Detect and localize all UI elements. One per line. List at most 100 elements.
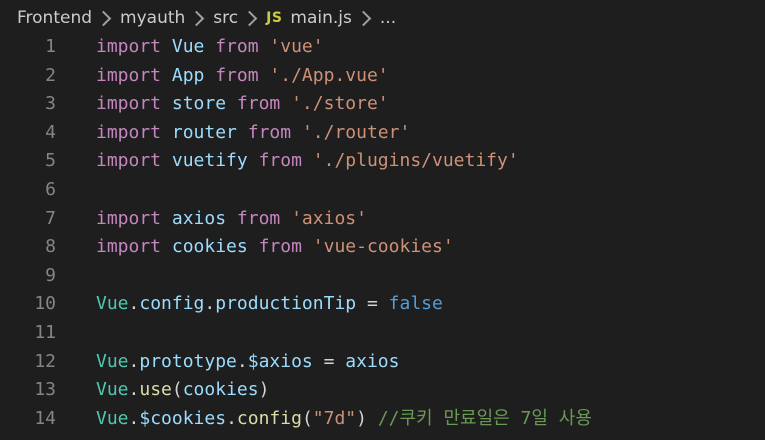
line-number: 8 (45, 236, 56, 258)
code-line[interactable]: 12 Vue.prototype.$axios = axios (0, 348, 765, 377)
chevron-right-icon (355, 10, 372, 26)
code-line[interactable]: 14 Vue.$cookies.config("7d") //쿠키 만료일은 7… (0, 405, 765, 434)
line-number: 5 (45, 150, 56, 172)
token-punctuation: . (128, 350, 140, 372)
token-function: config (236, 407, 302, 429)
token-string: './App.vue' (269, 64, 389, 86)
token-string: 'vue-cookies' (312, 236, 454, 258)
token-string: './plugins/vuetify' (312, 150, 519, 172)
token-keyword: from (236, 93, 281, 115)
line-number: 2 (45, 64, 56, 86)
code-text[interactable]: import cookies from 'vue-cookies' (96, 233, 454, 262)
token-keyword: from (258, 236, 302, 258)
token-keyword: import (96, 93, 162, 115)
token-boolean: false (388, 293, 443, 315)
token-property: $axios (247, 350, 313, 372)
code-line[interactable]: 6 (0, 176, 765, 205)
token-identifier: router (161, 121, 248, 143)
token-keyword: from (236, 207, 281, 229)
code-text[interactable]: import Vue from 'vue' (96, 33, 324, 62)
token-string: 'vue' (269, 36, 324, 57)
code-text[interactable]: import axios from 'axios' (96, 205, 367, 234)
token-property: $cookies (139, 407, 227, 429)
token-class: Vue (96, 293, 129, 315)
breadcrumb: Frontend myauth src JS main.js ... (0, 0, 765, 36)
code-text[interactable]: Vue.$cookies.config("7d") //쿠키 만료일은 7일 사… (96, 405, 592, 434)
token-operator: = (356, 293, 389, 315)
code-text[interactable]: Vue.use(cookies) (96, 376, 269, 405)
token-operator: = (312, 350, 346, 372)
code-text[interactable]: import router from './router' (96, 119, 410, 148)
token-identifier: Vue (161, 36, 216, 57)
token-function: use (139, 379, 172, 401)
token-identifier: store (161, 93, 237, 115)
line-number: 13 (34, 379, 56, 401)
code-line[interactable]: 3 import store from './store' (0, 90, 765, 119)
line-number: 12 (34, 350, 56, 372)
breadcrumb-item-file[interactable]: main.js (290, 8, 351, 28)
line-number: 9 (45, 264, 56, 286)
token-punctuation: . (128, 407, 140, 429)
token-string: './router' (301, 121, 411, 143)
token-class: Vue (96, 407, 129, 429)
token-string: 'axios' (291, 207, 367, 229)
token-keyword: import (96, 207, 162, 229)
token-identifier: axios (345, 350, 400, 372)
token-comment: //쿠키 만료일은 7일 사용 (377, 407, 592, 429)
line-number: 10 (34, 293, 56, 315)
token-identifier: axios (161, 207, 237, 229)
code-line[interactable]: 9 (0, 262, 765, 291)
breadcrumb-item-frontend[interactable]: Frontend (17, 8, 92, 28)
code-editor[interactable]: 1 import Vue from 'vue' 2 import App fro… (0, 33, 765, 433)
code-line[interactable]: 1 import Vue from 'vue' (0, 33, 765, 62)
token-identifier: vuetify (161, 150, 259, 172)
code-line[interactable]: 2 import App from './App.vue' (0, 62, 765, 91)
line-number: 14 (34, 407, 56, 429)
token-keyword: from (215, 36, 259, 57)
code-text[interactable]: import vuetify from './plugins/vuetify' (96, 147, 519, 176)
token-punctuation: . (128, 293, 140, 315)
line-number: 4 (45, 121, 56, 143)
code-text[interactable]: Vue.config.productionTip = false (96, 290, 443, 319)
token-punctuation: . (236, 350, 248, 372)
code-line[interactable]: 4 import router from './router' (0, 119, 765, 148)
token-property: config (139, 293, 205, 315)
breadcrumb-item-src[interactable]: src (213, 8, 238, 28)
token-identifier: cookies (182, 379, 259, 401)
breadcrumb-more[interactable]: ... (380, 8, 396, 28)
code-line[interactable]: 7 import axios from 'axios' (0, 205, 765, 234)
token-keyword: from (247, 121, 292, 143)
code-line[interactable]: 11 (0, 319, 765, 348)
breadcrumb-item-myauth[interactable]: myauth (120, 8, 185, 28)
code-line[interactable]: 8 import cookies from 'vue-cookies' (0, 233, 765, 262)
token-keyword: import (96, 236, 162, 258)
code-text[interactable]: import App from './App.vue' (96, 62, 389, 91)
token-keyword: import (96, 121, 162, 143)
code-text[interactable]: import store from './store' (96, 90, 389, 119)
chevron-right-icon (241, 10, 258, 26)
javascript-file-icon: JS (266, 10, 283, 26)
token-property: productionTip (215, 293, 357, 315)
token-punctuation: . (204, 293, 216, 315)
token-identifier: App (161, 64, 216, 86)
code-line[interactable]: 10 Vue.config.productionTip = false (0, 290, 765, 319)
token-class: Vue (96, 379, 129, 401)
token-string: './store' (291, 93, 389, 115)
token-keyword: import (96, 36, 162, 57)
token-property: prototype (139, 350, 237, 372)
token-punctuation: . (226, 407, 237, 429)
token-keyword: import (96, 64, 162, 86)
token-identifier: cookies (161, 236, 259, 258)
chevron-right-icon (95, 10, 112, 26)
token-punctuation: . (128, 379, 140, 401)
code-line[interactable]: 13 Vue.use(cookies) (0, 376, 765, 405)
token-keyword: import (96, 150, 162, 172)
code-text[interactable]: Vue.prototype.$axios = axios (96, 348, 399, 377)
code-line[interactable]: 5 import vuetify from './plugins/vuetify… (0, 147, 765, 176)
